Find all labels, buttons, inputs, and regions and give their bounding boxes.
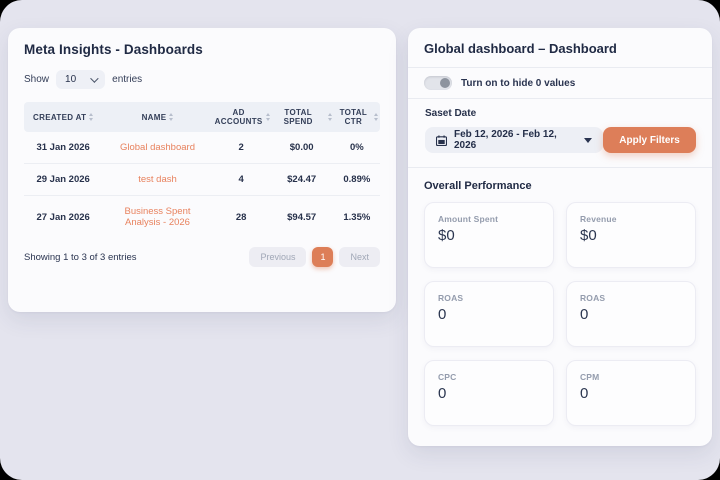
sort-icon — [266, 113, 270, 121]
sort-icon — [374, 113, 378, 121]
stat-value: $0 — [438, 227, 540, 244]
column-header-total-ctr[interactable]: TOTAL CTR — [334, 102, 380, 132]
date-range-value: Feb 12, 2026 - Feb 12, 2026 — [454, 129, 568, 151]
date-filter-label: Saset Date — [425, 108, 696, 119]
caret-down-icon — [584, 138, 592, 143]
hide-zero-values-toggle[interactable] — [424, 76, 452, 90]
stat-card-amount-spent: Amount Spent $0 — [424, 202, 554, 268]
stat-label: ROAS — [580, 293, 682, 303]
column-header-created-at[interactable]: CREATED AT — [24, 102, 102, 132]
stat-card-revenue: Revenue $0 — [566, 202, 696, 268]
cell-created-at: 29 Jan 2026 — [24, 164, 102, 196]
sort-icon — [169, 113, 173, 121]
stat-label: Revenue — [580, 214, 682, 224]
page-number-button[interactable]: 1 — [312, 247, 333, 267]
stat-card-cpc: CPC 0 — [424, 360, 554, 426]
page-size-value: 10 — [65, 74, 76, 85]
stat-value: $0 — [580, 227, 682, 244]
cell-total-ctr: 0.89% — [334, 164, 380, 196]
table-row: 29 Jan 2026 test dash 4 $24.47 0.89% — [24, 164, 380, 196]
cell-ad-accounts: 4 — [213, 164, 270, 196]
cell-total-ctr: 0% — [334, 132, 380, 164]
stat-label: CPC — [438, 372, 540, 382]
sort-icon — [89, 113, 93, 121]
stat-value: 0 — [580, 306, 682, 323]
cell-total-ctr: 1.35% — [334, 196, 380, 239]
stat-card-roas-2: ROAS 0 — [566, 281, 696, 347]
chevron-down-icon — [90, 74, 98, 82]
entries-label: entries — [112, 74, 142, 85]
toggle-knob — [440, 78, 450, 88]
sort-icon — [328, 113, 332, 121]
stat-card-cpm: CPM 0 — [566, 360, 696, 426]
dashboard-link[interactable]: test dash — [138, 174, 177, 185]
performance-section-title: Overall Performance — [424, 180, 696, 192]
dashboards-table: CREATED AT NAME AD ACCOUNTS TOTAL SPEND … — [24, 102, 380, 238]
apply-filters-button[interactable]: Apply Filters — [603, 127, 696, 153]
table-row: 27 Jan 2026 Business Spent Analysis - 20… — [24, 196, 380, 239]
column-header-name[interactable]: NAME — [102, 102, 212, 132]
cell-total-spend: $0.00 — [270, 132, 334, 164]
show-label: Show — [24, 74, 49, 85]
cell-total-spend: $94.57 — [270, 196, 334, 239]
page-title: Meta Insights - Dashboards — [24, 42, 380, 57]
cell-ad-accounts: 2 — [213, 132, 270, 164]
column-header-total-spend[interactable]: TOTAL SPEND — [270, 102, 334, 132]
column-header-ad-accounts[interactable]: AD ACCOUNTS — [213, 102, 270, 132]
page-size-select[interactable]: 10 — [56, 70, 105, 89]
table-row: 31 Jan 2026 Global dashboard 2 $0.00 0% — [24, 132, 380, 164]
pagination-summary: Showing 1 to 3 of 3 entries — [24, 252, 137, 263]
app-screen: Meta Insights - Dashboards Show 10 entri… — [0, 0, 720, 480]
table-header-row: CREATED AT NAME AD ACCOUNTS TOTAL SPEND … — [24, 102, 380, 132]
toggle-label: Turn on to hide 0 values — [461, 78, 575, 89]
dashboards-panel: Meta Insights - Dashboards Show 10 entri… — [8, 28, 396, 312]
cell-total-spend: $24.47 — [270, 164, 334, 196]
stat-value: 0 — [580, 385, 682, 402]
stat-value: 0 — [438, 385, 540, 402]
stat-label: CPM — [580, 372, 682, 382]
next-page-button[interactable]: Next — [339, 247, 380, 267]
dashboard-title: Global dashboard – Dashboard — [424, 41, 696, 56]
stat-card-roas-1: ROAS 0 — [424, 281, 554, 347]
previous-page-button[interactable]: Previous — [249, 247, 306, 267]
calendar-icon — [436, 135, 447, 146]
stat-label: ROAS — [438, 293, 540, 303]
stat-label: Amount Spent — [438, 214, 540, 224]
stat-value: 0 — [438, 306, 540, 323]
cell-created-at: 27 Jan 2026 — [24, 196, 102, 239]
dashboard-link[interactable]: Global dashboard — [120, 142, 195, 153]
dashboard-detail-panel: Global dashboard – Dashboard Turn on to … — [408, 28, 712, 446]
date-range-picker[interactable]: Feb 12, 2026 - Feb 12, 2026 — [425, 127, 603, 153]
dashboard-link[interactable]: Business Spent Analysis - 2026 — [124, 206, 190, 228]
pagination: Showing 1 to 3 of 3 entries Previous 1 N… — [24, 247, 380, 267]
stat-card-grid: Amount Spent $0 Revenue $0 ROAS 0 ROAS 0… — [424, 202, 696, 426]
cell-created-at: 31 Jan 2026 — [24, 132, 102, 164]
cell-ad-accounts: 28 — [213, 196, 270, 239]
